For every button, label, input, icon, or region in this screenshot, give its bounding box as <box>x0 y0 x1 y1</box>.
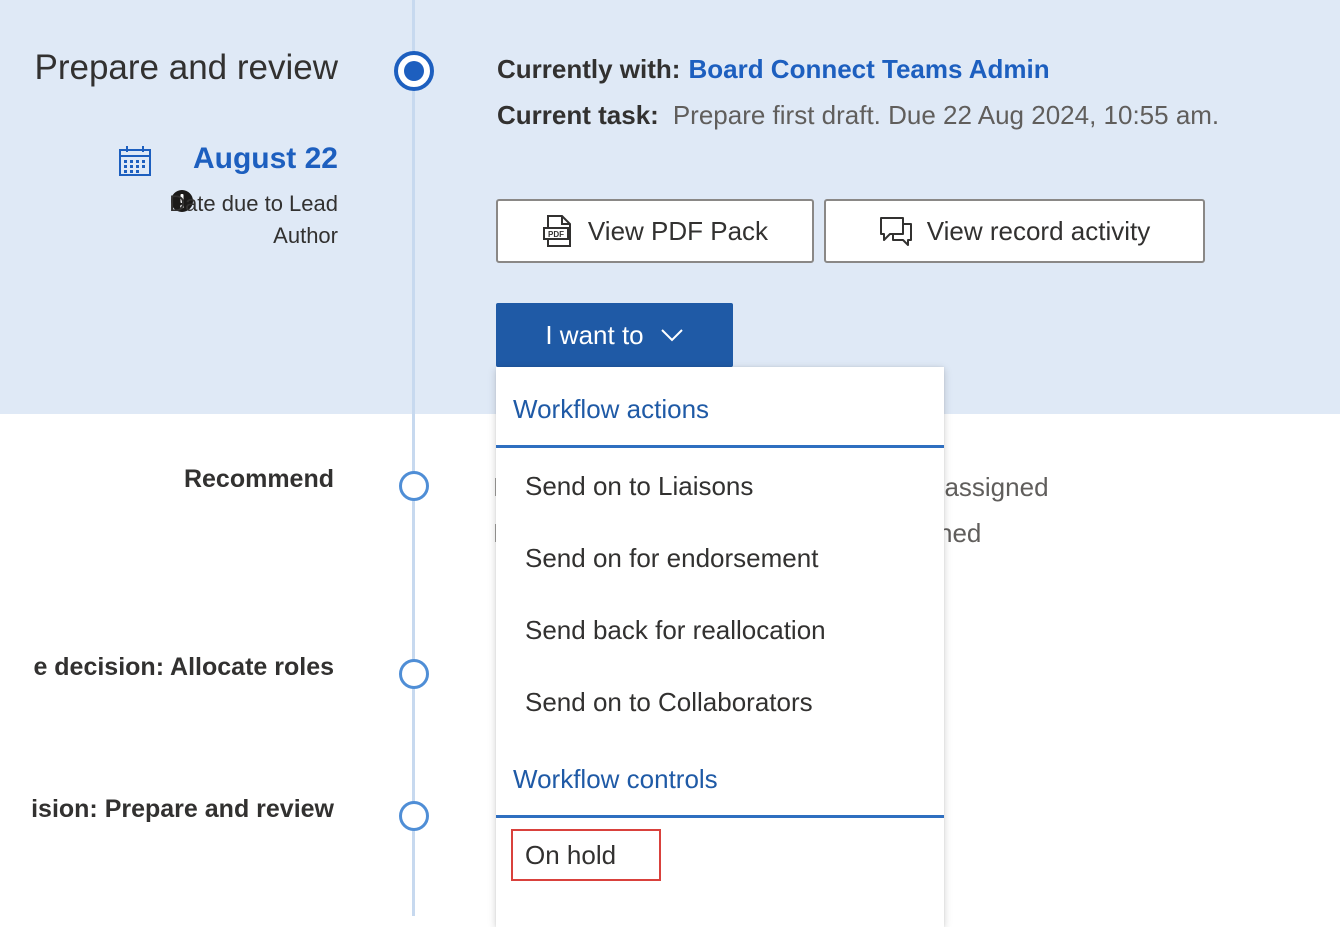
menu-item-on-hold[interactable]: On hold <box>511 829 661 881</box>
view-pdf-pack-label: View PDF Pack <box>587 215 769 246</box>
timeline-node-current <box>394 51 434 91</box>
view-pdf-pack-button[interactable]: PDF View PDF Pack <box>496 199 814 263</box>
menu-item-send-on-to-liaisons[interactable]: Send on to Liaisons <box>525 471 753 502</box>
current-task-row: Current task: Prepare first draft. Due 22… <box>497 100 1219 131</box>
i-want-to-menu: Workflow actions Send on to Liaisons Sen… <box>496 367 944 927</box>
workflow-controls-header: Workflow controls <box>496 764 944 818</box>
currently-with-link[interactable]: Board Connect Teams Admin <box>688 54 1049 84</box>
timeline-node-recommend <box>399 471 429 501</box>
due-date: August 22 <box>192 142 338 175</box>
due-date-note: Date due to Lead Author <box>169 191 338 248</box>
chevron-down-icon <box>660 329 683 342</box>
timeline-line <box>412 0 415 916</box>
calendar-icon <box>119 146 151 176</box>
stage-title: Prepare and review <box>34 48 339 87</box>
pdf-file-icon: PDF <box>542 215 571 247</box>
step-label-allocate-roles: e decision: Allocate roles <box>33 653 334 681</box>
chat-bubbles-icon <box>879 217 912 246</box>
view-record-activity-button[interactable]: View record activity <box>824 199 1205 263</box>
current-task-label: Current task: <box>497 100 659 130</box>
menu-item-send-on-for-endorsement[interactable]: Send on for endorsement <box>525 543 818 574</box>
i-want-to-dropdown-button[interactable]: I want to <box>496 303 733 367</box>
step-label-prepare-review: ision: Prepare and review <box>31 795 334 823</box>
timeline-node-allocate-roles <box>399 659 429 689</box>
workflow-actions-header: Workflow actions <box>496 394 944 448</box>
current-task-value: Prepare first draft. Due 22 Aug 2024, 10… <box>672 100 1220 130</box>
i-want-to-label: I want to <box>545 319 644 350</box>
step-task-fragment-right: ned <box>938 518 982 548</box>
svg-text:PDF: PDF <box>548 230 564 239</box>
step-label-recommend: Recommend <box>183 465 334 493</box>
currently-with-label: Currently with: <box>497 54 681 84</box>
menu-item-send-back-for-reallocation[interactable]: Send back for reallocation <box>525 615 826 646</box>
timeline-node-prepare-review-decision <box>399 801 429 831</box>
step-assignee-fragment-right: t assigned <box>930 472 1049 502</box>
menu-item-send-on-to-collaborators[interactable]: Send on to Collaborators <box>525 687 813 718</box>
currently-with-row: Currently with: Board Connect Teams Admin <box>497 54 1050 85</box>
view-record-activity-label: View record activity <box>926 215 1151 246</box>
